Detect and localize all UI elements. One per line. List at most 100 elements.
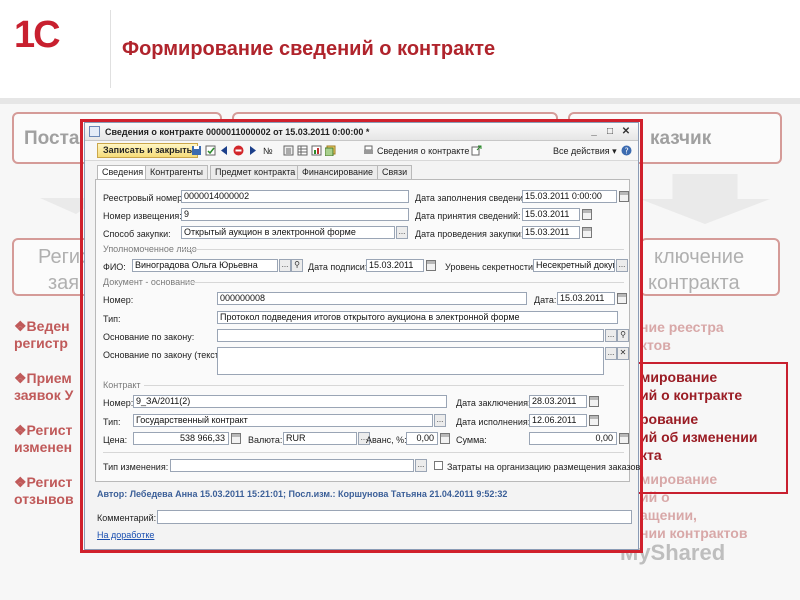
maximize-button[interactable]: □ [603,125,617,138]
tab-contract-subject[interactable]: Предмет контракта [210,165,301,179]
law-basis-text-select-button[interactable]: ... [605,347,617,360]
slide-header: 1С Формирование сведений о контракте [0,0,800,98]
price-label: Цена: [103,435,128,445]
post-icon[interactable] [205,145,216,156]
tab-financing[interactable]: Финансирование [297,165,379,179]
minimize-button[interactable]: _ [587,125,601,138]
group-separator [103,452,624,453]
comment-field[interactable] [157,510,632,524]
close-button[interactable]: ✕ [619,125,633,138]
fio-label: ФИО: [103,262,126,272]
print-contract-info-button[interactable]: Сведения о контракте [377,146,469,156]
basis-type-field[interactable]: Протокол подведения итогов открытого аук… [217,311,618,324]
advance-field[interactable]: 0,00 [406,432,438,445]
stop-icon[interactable] [233,145,244,156]
bullet-text: ащении, [640,507,697,523]
sign-date-field[interactable]: 15.03.2011 [366,259,424,272]
calendar-icon[interactable] [426,260,436,271]
bullet-text: ❖Прием [14,370,72,386]
calendar-icon[interactable] [617,293,627,304]
law-basis-search-icon[interactable]: ⚲ [617,329,629,342]
accept-date-field[interactable]: 15.03.2011 [522,208,580,221]
comment-label: Комментарий: [97,513,157,523]
printer-icon[interactable] [363,145,374,156]
secrecy-field[interactable]: Несекретный докуме [533,259,615,272]
secrecy-select-button[interactable]: ... [616,259,628,272]
law-basis-text-field[interactable] [217,347,604,375]
calendar-icon[interactable] [582,227,592,238]
tab-counterparties[interactable]: Контрагенты [145,165,209,179]
procurement-method-select-button[interactable]: ... [396,226,408,239]
all-actions-menu[interactable]: Все действия ▾ [553,146,617,157]
notice-number-field[interactable]: 9 [181,208,409,221]
contract-group-label: Контракт [103,380,141,390]
header-divider [110,10,111,88]
secrecy-label: Уровень секретности: [445,262,536,272]
svg-text:?: ? [625,147,629,156]
dialog-toolbar: Записать и закрыть № Сведения о контракт… [85,141,638,161]
law-basis-text-label: Основание по закону (текст): [103,350,225,360]
fio-select-button[interactable]: ... [279,259,291,272]
price-field[interactable]: 538 966,33 [133,432,229,445]
registry-number-field[interactable]: 0000014000002 [181,190,409,203]
contract-type-select-button[interactable]: ... [434,414,446,427]
table-icon[interactable] [297,145,308,156]
help-icon[interactable]: ? [621,145,632,156]
files-icon[interactable] [325,145,336,156]
arrow-right-icon[interactable] [247,145,258,156]
save-and-close-button[interactable]: Записать и закрыть [97,143,199,158]
execution-date-field[interactable]: 12.06.2011 [529,414,587,427]
slide-title: Формирование сведений о контракте [122,38,496,60]
bullet-text: заявок У [14,387,74,403]
report-icon[interactable] [311,145,322,156]
dialog-titlebar[interactable]: Сведения о контракте 0000011000002 от 15… [85,123,638,141]
structure-icon[interactable] [283,145,294,156]
basis-type-label: Тип: [103,314,121,324]
arrow-left-icon[interactable] [219,145,230,156]
law-basis-label: Основание по закону: [103,332,195,342]
tab-info[interactable]: Сведения [97,165,149,180]
calculator-icon[interactable] [440,433,450,444]
number-button[interactable]: № [263,146,273,156]
calendar-icon[interactable] [589,396,599,407]
procurement-date-field[interactable]: 15.03.2011 [522,226,580,239]
status-link[interactable]: На доработке [97,530,154,540]
bullet-text: ❖Регист [14,474,73,490]
calendar-icon[interactable] [619,191,629,202]
law-basis-field[interactable] [217,329,604,342]
notice-number-label: Номер извещения: [103,211,182,221]
costs-checkbox-label: Затраты на организацию размещения заказо… [447,462,641,472]
basis-date-field[interactable]: 15.03.2011 [557,292,615,305]
bg-box-conclusion: ключение контракта [640,238,780,296]
calendar-icon[interactable] [589,415,599,426]
export-icon[interactable] [471,145,482,156]
document-icon [89,126,100,137]
contract-number-field[interactable]: 9_ЗА/2011(2) [133,395,447,408]
fio-search-icon[interactable]: ⚲ [291,259,303,272]
fill-date-field[interactable]: 15.03.2011 0:00:00 [522,190,617,203]
group-separator [186,282,624,283]
costs-checkbox[interactable] [434,461,443,470]
accept-date-label: Дата принятия сведений: [415,211,521,221]
sum-label: Сумма: [456,435,487,445]
contract-type-field[interactable]: Государственный контракт [133,414,433,427]
bg-box-text: ключение [654,246,745,268]
conclusion-date-field[interactable]: 28.03.2011 [529,395,587,408]
tab-links[interactable]: Связи [377,165,413,179]
basis-number-field[interactable]: 000000008 [217,292,527,305]
change-type-select-button[interactable]: ... [415,459,427,472]
bullet-text: регистр [14,335,68,351]
clear-icon[interactable]: ✕ [617,347,629,360]
procurement-method-field[interactable]: Открытый аукцион в электронной форме [181,226,395,239]
calendar-icon[interactable] [582,209,592,220]
fio-field[interactable]: Виноградова Ольга Юрьевна [132,259,278,272]
law-basis-select-button[interactable]: ... [605,329,617,342]
calculator-icon[interactable] [619,433,629,444]
currency-field[interactable]: RUR [283,432,357,445]
change-type-field[interactable] [170,459,414,472]
sum-field[interactable]: 0,00 [529,432,617,445]
bullet-text: отзывов [14,491,74,507]
save-icon[interactable] [191,145,202,156]
bg-box-text: контракта [648,272,740,294]
calculator-icon[interactable] [231,433,241,444]
